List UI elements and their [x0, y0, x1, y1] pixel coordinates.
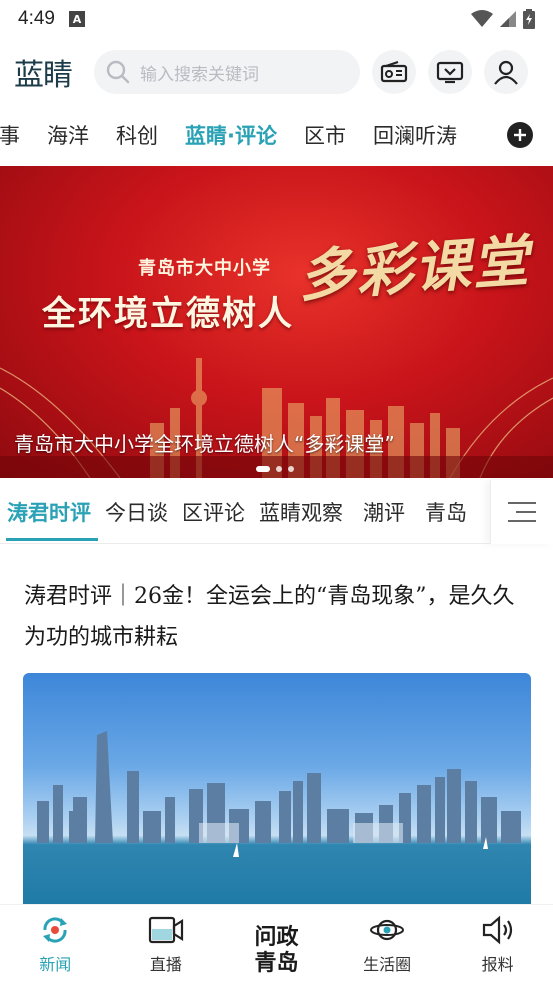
add-channel-button[interactable]: [507, 122, 533, 148]
channel-track: 故事 海洋 科创 蓝睛·评论 区市 回澜听涛: [0, 120, 484, 150]
app-header: 蓝睛 输入搜索关键词: [0, 44, 553, 100]
search-icon: [106, 60, 130, 84]
article-cover-image[interactable]: [23, 673, 531, 905]
status-time: 4:49: [18, 8, 55, 29]
nav-label-report: 报料: [481, 955, 514, 974]
plus-icon: [514, 129, 526, 141]
carousel-dot: [288, 466, 294, 472]
planet-icon: [370, 919, 405, 941]
banner-headline: 全环境立德树人: [42, 294, 294, 334]
banner-art-text: 多彩课堂: [296, 227, 533, 311]
nav-center-label: 问政 青岛: [254, 915, 298, 977]
subtab-lanjing-guancha[interactable]: 蓝睛观察: [252, 497, 350, 527]
subtab-chaoping[interactable]: 潮评: [356, 497, 412, 527]
search-placeholder: 输入搜索关键词: [140, 64, 259, 85]
nav-tab-wenzheng-qingdao[interactable]: 问政 青岛: [221, 905, 332, 984]
user-icon: [494, 60, 518, 85]
channel-tab-lanjing-pinglun[interactable]: 蓝睛·评论: [185, 120, 277, 150]
carousel-indicator: [256, 466, 294, 472]
channel-tabs: 故事 海洋 科创 蓝睛·评论 区市 回澜听涛: [0, 112, 553, 158]
article-title[interactable]: 涛君时评｜26金！全运会上的“青岛现象”，是久久为功的城市耕耘: [24, 576, 530, 658]
news-refresh-icon: [43, 917, 68, 943]
nav-label-news: 新闻: [39, 955, 72, 974]
tv-button[interactable]: [428, 50, 472, 94]
bottom-navigation: 新闻 直播 问政 青岛 生活圈 报料: [0, 904, 553, 984]
speaker-icon: [482, 915, 512, 945]
banner-caption: 青岛市大中小学全环境立德树人“多彩课堂”: [14, 432, 395, 456]
radio-icon: [380, 61, 408, 83]
nav-tab-life-circle[interactable]: 生活圈: [332, 905, 443, 984]
column-tabs: 涛君时评 今日谈 区评论 蓝睛观察 潮评 青岛: [0, 480, 553, 544]
nav-tab-news[interactable]: 新闻: [0, 905, 111, 984]
qingdao-skyline-photo: [37, 731, 521, 857]
nav-label-life-circle: 生活圈: [363, 955, 412, 974]
video-camera-icon: [148, 916, 183, 944]
banner-subtitle: 青岛市大中小学: [138, 258, 271, 279]
active-tab-underline: [6, 538, 98, 541]
nav-tab-live[interactable]: 直播: [111, 905, 222, 984]
status-bar: 4:49 A: [0, 0, 553, 38]
logo-text: 蓝睛: [14, 58, 73, 93]
subtab-qupinglun[interactable]: 区评论: [175, 497, 252, 527]
channel-tab-gushi[interactable]: 故事: [0, 120, 20, 150]
subtab-jinritan[interactable]: 今日谈: [98, 497, 175, 527]
carousel-dot: [276, 466, 282, 472]
menu-lines-icon: [508, 502, 536, 522]
status-indicators: [471, 9, 535, 29]
radio-button[interactable]: [372, 50, 416, 94]
subtab-qingdao[interactable]: 青岛: [418, 497, 474, 527]
notification-app-icon: A: [68, 11, 85, 27]
tv-icon: [436, 61, 464, 84]
battery-icon: [523, 9, 535, 29]
subtab-taojun-shiping[interactable]: 涛君时评: [0, 497, 98, 527]
wifi-icon: [471, 10, 493, 27]
channel-tab-kechuang[interactable]: 科创: [116, 120, 158, 150]
column-menu-button[interactable]: [490, 480, 553, 544]
channel-tab-qushi[interactable]: 区市: [304, 120, 346, 150]
nav-label-live: 直播: [149, 955, 182, 974]
signal-icon: [500, 11, 516, 27]
carousel-dot-active: [256, 466, 270, 472]
app-logo[interactable]: 蓝睛: [14, 52, 80, 93]
channel-tab-haiyang[interactable]: 海洋: [47, 120, 89, 150]
search-bar[interactable]: 输入搜索关键词: [94, 50, 360, 94]
nav-center-line1: 问政: [254, 925, 299, 950]
nav-center-line2: 青岛: [254, 951, 299, 976]
nav-tab-report[interactable]: 报料: [442, 905, 553, 984]
hero-banner[interactable]: 青岛市大中小学 全环境立德树人 多彩课堂 青岛市大中小学全环境立德树人“多彩课堂…: [0, 166, 553, 478]
channel-tab-huilan-tingtao[interactable]: 回澜听涛: [373, 120, 457, 150]
profile-button[interactable]: [484, 50, 528, 94]
